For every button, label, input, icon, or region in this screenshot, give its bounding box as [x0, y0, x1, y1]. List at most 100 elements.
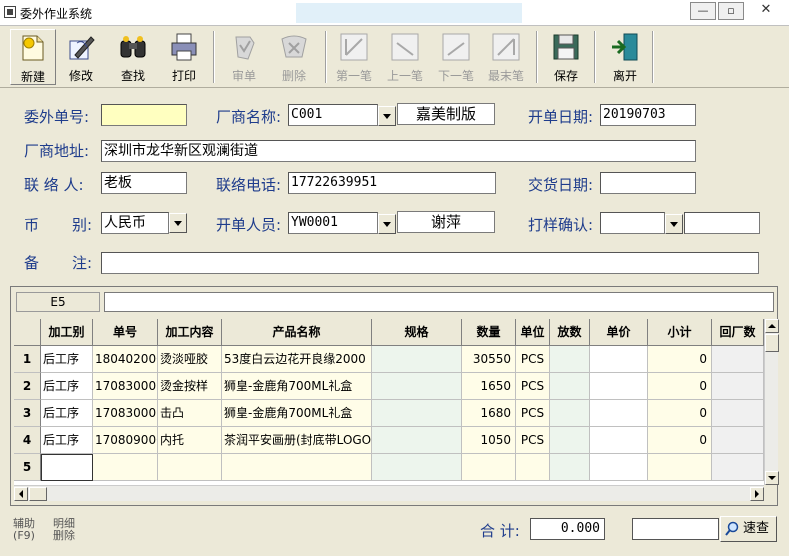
- currency-dropdown-button[interactable]: [169, 213, 187, 233]
- cell-extra[interactable]: [550, 400, 590, 427]
- col-header-process[interactable]: 加工内容: [158, 319, 222, 346]
- cell-spec[interactable]: [372, 427, 462, 454]
- print-button[interactable]: 打印: [161, 29, 207, 85]
- horizontal-scrollbar[interactable]: [14, 485, 764, 501]
- cell-returned[interactable]: [712, 346, 764, 373]
- cell-price[interactable]: [590, 373, 648, 400]
- col-header-extra[interactable]: 放数: [550, 319, 590, 346]
- order-no-field[interactable]: [101, 104, 187, 126]
- col-header-returned[interactable]: 回厂数: [712, 319, 764, 346]
- cell-subtotal[interactable]: 0: [648, 427, 712, 454]
- currency-field[interactable]: 人民币: [101, 212, 169, 234]
- cell-price[interactable]: [590, 346, 648, 373]
- scroll-left-button[interactable]: [14, 487, 28, 501]
- cell-product[interactable]: 茶润平安画册(封底带LOGO: [222, 427, 372, 454]
- cell-process[interactable]: 烫金按样: [158, 373, 222, 400]
- cell-price[interactable]: [590, 400, 648, 427]
- find-button[interactable]: 查找: [110, 29, 156, 85]
- vertical-scroll-thumb[interactable]: [765, 334, 779, 352]
- cell-edit-input[interactable]: [104, 292, 774, 312]
- cell-extra[interactable]: [550, 373, 590, 400]
- audit-button[interactable]: 审单: [221, 29, 267, 85]
- col-header-unit[interactable]: 单位: [516, 319, 550, 346]
- scroll-up-button[interactable]: [765, 319, 779, 333]
- next-record-button[interactable]: 下一笔: [433, 29, 479, 85]
- prev-record-button[interactable]: 上一笔: [382, 29, 428, 85]
- remark-field[interactable]: [101, 252, 759, 274]
- cell-unit[interactable]: PCS: [516, 346, 550, 373]
- col-header-type[interactable]: 加工别: [41, 319, 93, 346]
- detail-delete-button[interactable]: 明细 删除: [50, 518, 78, 542]
- save-button[interactable]: 保存: [543, 29, 589, 85]
- cell-subtotal[interactable]: 0: [648, 346, 712, 373]
- maximize-button[interactable]: ▫: [718, 2, 744, 20]
- phone-field[interactable]: 17722639951: [288, 172, 496, 194]
- exit-button[interactable]: 离开: [602, 29, 648, 85]
- cell-extra[interactable]: [550, 454, 590, 481]
- cell-product[interactable]: 狮皇-金鹿角700ML礼盒: [222, 373, 372, 400]
- cell-returned[interactable]: [712, 373, 764, 400]
- cell-qty[interactable]: [462, 454, 516, 481]
- assist-f9-button[interactable]: 辅助 (F9): [10, 518, 38, 542]
- close-button[interactable]: ✕: [753, 2, 779, 20]
- horizontal-scroll-thumb[interactable]: [29, 487, 47, 501]
- cell-process[interactable]: [158, 454, 222, 481]
- detail-table[interactable]: 加工别 单号 加工内容 产品名称 规格 数量 单位 放数 单价 小计 回厂数 1…: [14, 319, 764, 485]
- cell-qty[interactable]: 30550: [462, 346, 516, 373]
- operator-dropdown-button[interactable]: [378, 214, 396, 234]
- cell-price[interactable]: [590, 454, 648, 481]
- first-record-button[interactable]: 第一笔: [331, 29, 377, 85]
- row-header[interactable]: 5: [14, 454, 41, 481]
- operator-code-field[interactable]: YW0001: [288, 212, 378, 234]
- cell-type[interactable]: [41, 454, 93, 481]
- col-header-subtotal[interactable]: 小计: [648, 319, 712, 346]
- row-header[interactable]: 4: [14, 427, 41, 454]
- new-button[interactable]: 新建: [10, 29, 56, 85]
- cell-spec[interactable]: [372, 454, 462, 481]
- open-date-field[interactable]: 20190703: [600, 104, 696, 126]
- cell-returned[interactable]: [712, 427, 764, 454]
- col-header-price[interactable]: 单价: [590, 319, 648, 346]
- cell-type[interactable]: 后工序: [41, 373, 93, 400]
- cell-subtotal[interactable]: 0: [648, 373, 712, 400]
- quick-search-input[interactable]: [632, 518, 719, 540]
- cell-subtotal[interactable]: 0: [648, 400, 712, 427]
- quick-search-button[interactable]: 速查: [720, 516, 777, 542]
- last-record-button[interactable]: 最末笔: [483, 29, 529, 85]
- scroll-down-button[interactable]: [765, 471, 779, 485]
- cell-unit[interactable]: PCS: [516, 427, 550, 454]
- row-header[interactable]: 1: [14, 346, 41, 373]
- cell-spec[interactable]: [372, 373, 462, 400]
- cell-type[interactable]: 后工序: [41, 400, 93, 427]
- minimize-button[interactable]: —: [690, 2, 716, 20]
- vendor-dropdown-button[interactable]: [378, 106, 396, 126]
- delete-button[interactable]: 删除: [271, 29, 317, 85]
- scroll-right-button[interactable]: [750, 487, 764, 501]
- cell-order[interactable]: [93, 454, 158, 481]
- delivery-date-field[interactable]: [600, 172, 696, 194]
- col-header-product[interactable]: 产品名称: [222, 319, 372, 346]
- cell-type[interactable]: 后工序: [41, 427, 93, 454]
- row-header[interactable]: 3: [14, 400, 41, 427]
- cell-product[interactable]: [222, 454, 372, 481]
- cell-returned[interactable]: [712, 454, 764, 481]
- cell-qty[interactable]: 1050: [462, 427, 516, 454]
- sample-confirm-dropdown-button[interactable]: [665, 214, 683, 234]
- cell-subtotal[interactable]: [648, 454, 712, 481]
- edit-button[interactable]: 修改: [58, 29, 104, 85]
- cell-process[interactable]: 内托: [158, 427, 222, 454]
- cell-process[interactable]: 烫淡哑胶: [158, 346, 222, 373]
- col-header-spec[interactable]: 规格: [372, 319, 462, 346]
- col-header-order[interactable]: 单号: [93, 319, 158, 346]
- cell-extra[interactable]: [550, 346, 590, 373]
- cell-type[interactable]: 后工序: [41, 346, 93, 373]
- cell-unit[interactable]: [516, 454, 550, 481]
- cell-product[interactable]: 53度白云边花开良缘2000: [222, 346, 372, 373]
- vertical-scrollbar[interactable]: [764, 319, 779, 485]
- cell-spec[interactable]: [372, 346, 462, 373]
- cell-unit[interactable]: PCS: [516, 373, 550, 400]
- cell-price[interactable]: [590, 427, 648, 454]
- address-field[interactable]: 深圳市龙华新区观澜街道: [101, 140, 696, 162]
- cell-extra[interactable]: [550, 427, 590, 454]
- cell-process[interactable]: 击凸: [158, 400, 222, 427]
